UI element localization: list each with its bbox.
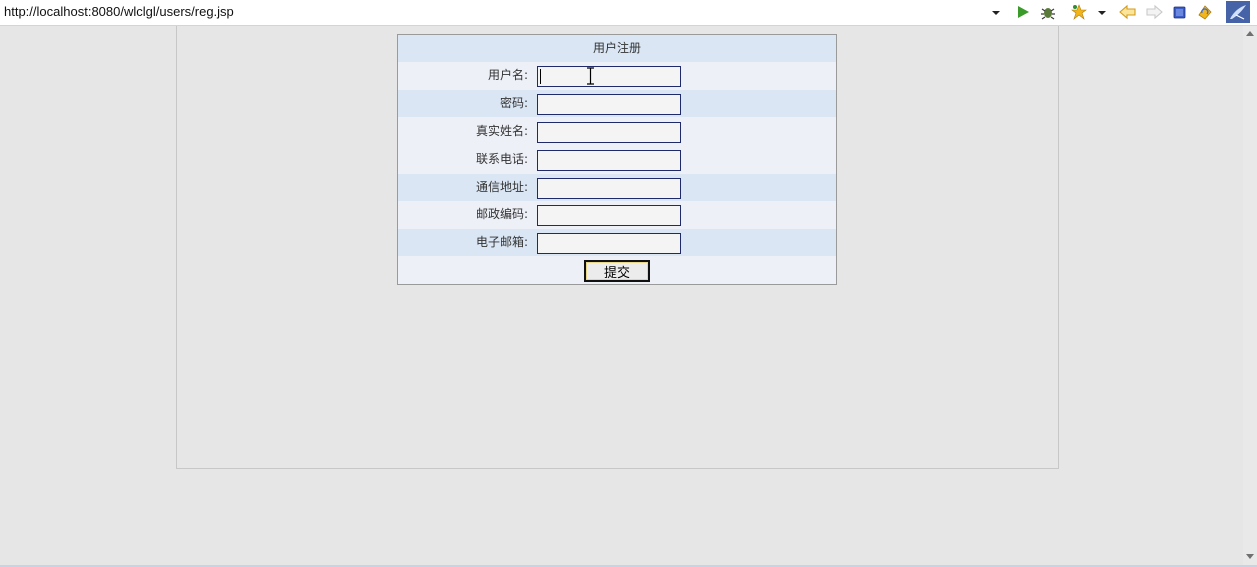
postcode-label: 邮政编码: [475,207,528,221]
username-input[interactable] [537,66,681,87]
username-label: 用户名: [487,68,528,82]
field-row-password: 密码: [398,90,836,117]
field-row-postcode: 邮政编码: [398,201,836,228]
vertical-scrollbar[interactable] [1243,26,1257,567]
debug-icon[interactable] [1039,3,1057,21]
run-icon[interactable] [1014,3,1032,21]
password-input[interactable] [537,94,681,115]
field-row-email: 电子邮箱: [398,229,836,256]
scroll-up-arrow-icon[interactable] [1246,31,1254,36]
scroll-down-arrow-icon[interactable] [1246,554,1254,559]
submit-button[interactable]: 提交 [584,260,650,282]
phone-label: 联系电话: [475,152,528,166]
field-row-username: 用户名: [398,62,836,89]
ide-logo-icon [1226,1,1250,23]
realname-label: 真实姓名: [475,124,528,138]
address-label: 通信地址: [475,180,528,194]
form-title-row: 用户注册 [398,35,836,62]
password-label: 密码: [499,96,528,110]
email-input[interactable] [537,233,681,254]
back-icon[interactable] [1118,3,1138,21]
stop-icon[interactable] [1172,3,1188,21]
favorites-dropdown-icon[interactable] [1096,3,1108,21]
form-title: 用户注册 [592,41,641,55]
url-address-field[interactable]: http://localhost:8080/wlclgl/users/reg.j… [4,4,234,19]
favorites-icon[interactable] [1070,3,1088,21]
field-row-address: 通信地址: [398,174,836,201]
realname-input[interactable] [537,122,681,143]
refresh-icon[interactable] [1195,3,1215,21]
phone-input[interactable] [537,150,681,171]
field-row-realname: 真实姓名: [398,118,836,145]
address-input[interactable] [537,178,681,199]
browser-toolbar: http://localhost:8080/wlclgl/users/reg.j… [0,0,1257,26]
postcode-input[interactable] [537,205,681,226]
url-dropdown-icon[interactable] [990,3,1002,21]
text-caret [540,69,541,84]
email-label: 电子邮箱: [475,235,528,249]
registration-form: 用户注册 用户名: 密码: 真实姓名: 联系电话: 通信地址: 邮政编码: 电子… [397,34,837,285]
field-row-phone: 联系电话: [398,146,836,173]
text-cursor-icon [587,67,594,85]
forward-icon[interactable] [1144,3,1164,21]
